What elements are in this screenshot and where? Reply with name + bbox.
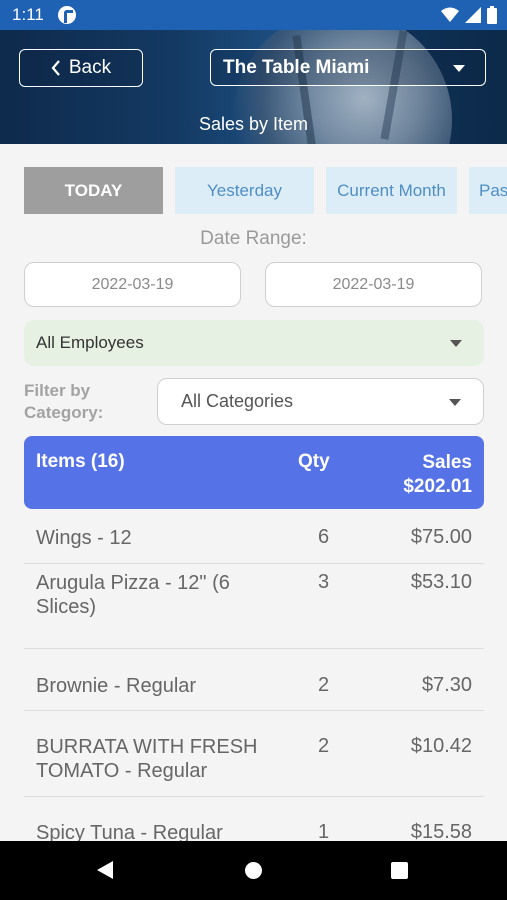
sales-total: $202.01 [403,476,472,497]
header: Back The Table Miami Sales by Item [0,30,507,144]
back-label: Back [68,57,112,78]
battery-icon [487,6,497,24]
category-value: All Categories [181,391,294,411]
category-select[interactable]: All Categories [157,378,484,425]
navigation-bar [0,841,507,900]
tab-current-month[interactable]: Current Month [326,167,457,214]
item-amount: $10.42 [410,735,472,757]
caret-down-icon [450,340,462,347]
page-title: Sales by Item [198,114,309,134]
caret-down-icon [453,65,465,72]
nav-recents-icon[interactable] [391,862,408,879]
item-qty: 3 [318,571,330,593]
location-value: The Table Miami [223,56,370,78]
item-name: BURRATA WITH FRESH TOMATO - Regular [36,736,258,782]
chevron-left-icon [51,60,60,76]
item-amount: $75.00 [410,526,472,548]
item-qty: 2 [318,735,330,757]
items-table: Wings - 12 6 $75.00 Arugula Pizza - 12" … [24,509,484,857]
item-qty: 6 [318,526,330,548]
caret-down-icon [449,399,461,406]
sales-header-label: Sales [422,452,472,473]
status-bar: 1:11 [0,0,507,30]
tab-yesterday[interactable]: Yesterday [175,167,314,214]
table-row[interactable]: BURRATA WITH FRESH TOMATO - Regular 2 $1… [24,711,484,797]
table-row[interactable]: Wings - 12 6 $75.00 [24,509,484,564]
location-select[interactable]: The Table Miami [210,49,486,86]
end-date-field[interactable]: 2022-03-19 [265,262,482,307]
tab-past[interactable]: Pas [469,167,507,214]
start-date-field[interactable]: 2022-03-19 [24,262,241,307]
qty-header[interactable]: Qty [298,451,330,473]
nav-back-icon[interactable] [97,861,113,879]
item-name: Wings - 12 [36,527,132,549]
status-time: 1:11 [12,5,44,24]
wifi-icon [441,7,459,22]
table-header: Items (16) Qty Sales $202.01 [24,436,484,509]
item-name: Brownie - Regular [36,675,197,697]
item-qty: 2 [318,674,330,696]
nav-home-icon[interactable] [245,862,262,879]
sales-header[interactable]: Sales $202.01 [403,451,472,499]
status-icons [441,6,497,24]
date-range-label: Date Range: [200,228,307,249]
item-amount: $53.10 [410,571,472,593]
signal-icon [465,7,481,23]
employee-select[interactable]: All Employees [24,320,484,366]
item-name: Arugula Pizza - 12" (6 Slices) [36,572,230,618]
item-amount: $7.30 [421,674,472,696]
employee-value: All Employees [36,333,144,352]
category-filter-label: Filter by Category: [24,381,104,422]
app-notification-icon [58,6,76,24]
table-row[interactable]: Arugula Pizza - 12" (6 Slices) 3 $53.10 [24,564,484,649]
items-header[interactable]: Items (16) [36,451,125,473]
back-button[interactable]: Back [19,49,143,87]
tab-today[interactable]: TODAY [24,167,163,214]
table-row[interactable]: Brownie - Regular 2 $7.30 [24,649,484,711]
